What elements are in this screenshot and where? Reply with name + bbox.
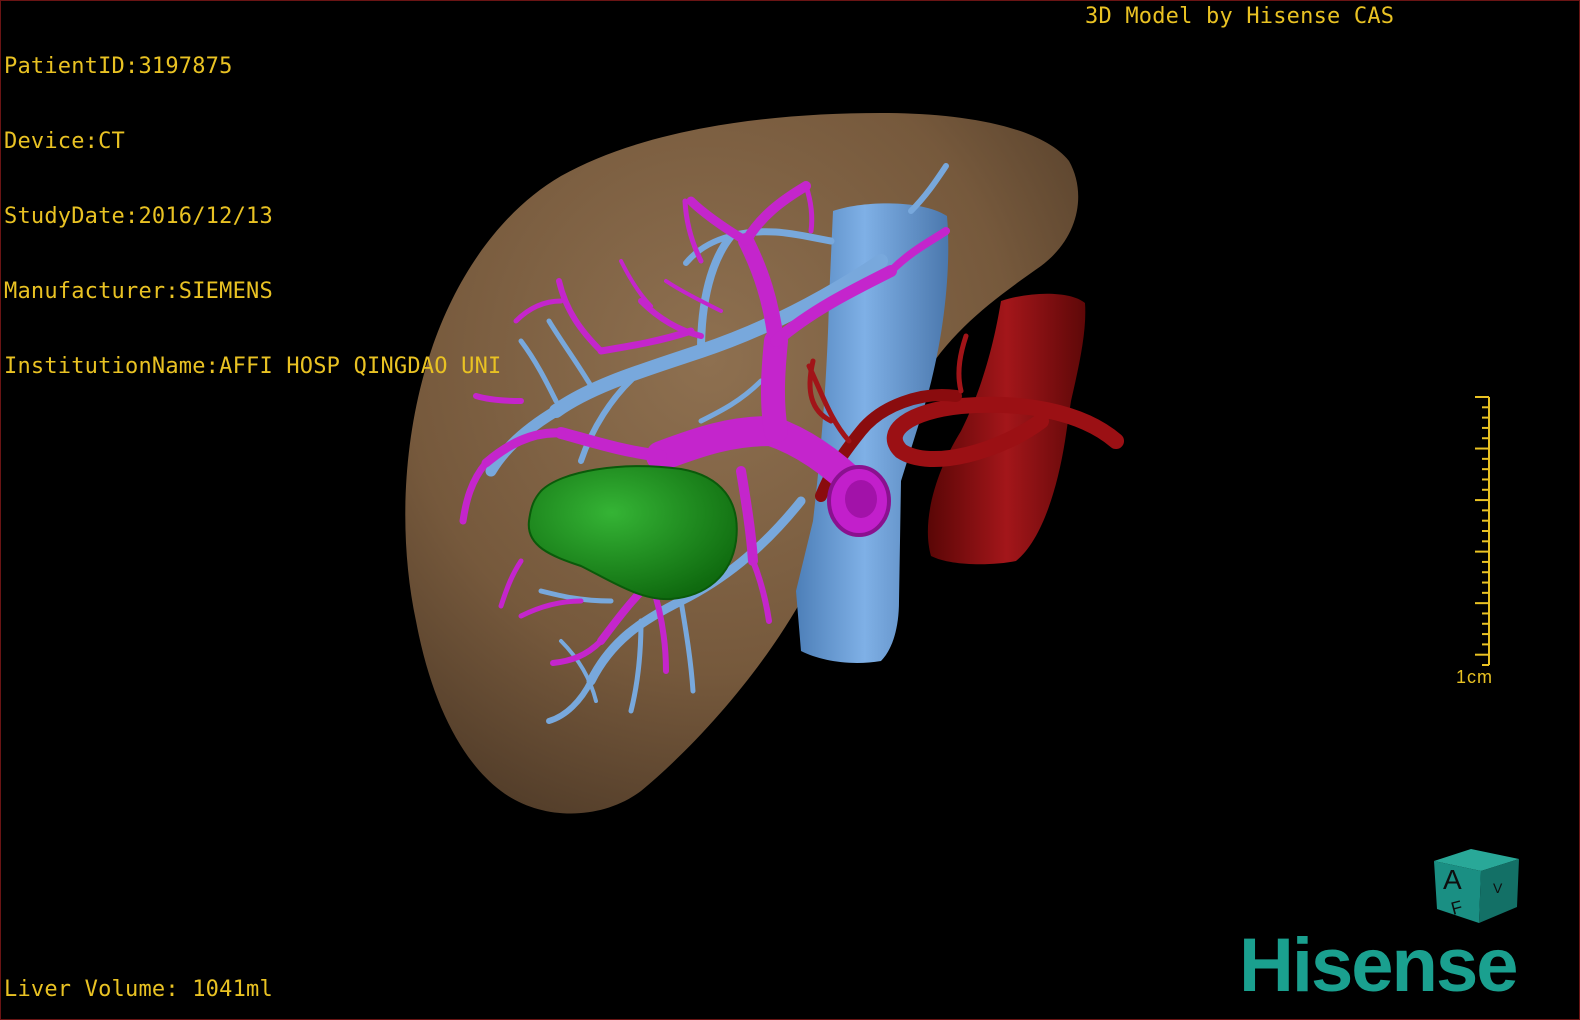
3d-viewport[interactable]: PatientID:3197875 Device:CT StudyDate:20…: [0, 0, 1580, 1020]
study-date: StudyDate:2016/12/13: [4, 204, 273, 229]
cube-side-letter: V: [1493, 880, 1503, 896]
model-credit: 3D Model by Hisense CAS: [1085, 4, 1395, 29]
orientation-cube[interactable]: A F V: [1429, 841, 1529, 936]
scale-bar: [1475, 396, 1490, 666]
institution-name: InstitutionName:AFFI HOSP QINGDAO UNI: [4, 354, 502, 379]
cube-front-letter: A: [1443, 864, 1462, 895]
device: Device:CT: [4, 129, 126, 154]
manufacturer: Manufacturer:SIEMENS: [4, 279, 273, 304]
liver-volume: Liver Volume: 1041ml: [4, 977, 273, 1002]
patient-info-overlay: PatientID:3197875 Device:CT StudyDate:20…: [4, 4, 501, 429]
scale-bar-label: 1cm: [1456, 667, 1494, 687]
patient-id: PatientID:3197875: [4, 54, 233, 79]
hisense-logo: Hisense: [1239, 923, 1518, 1008]
